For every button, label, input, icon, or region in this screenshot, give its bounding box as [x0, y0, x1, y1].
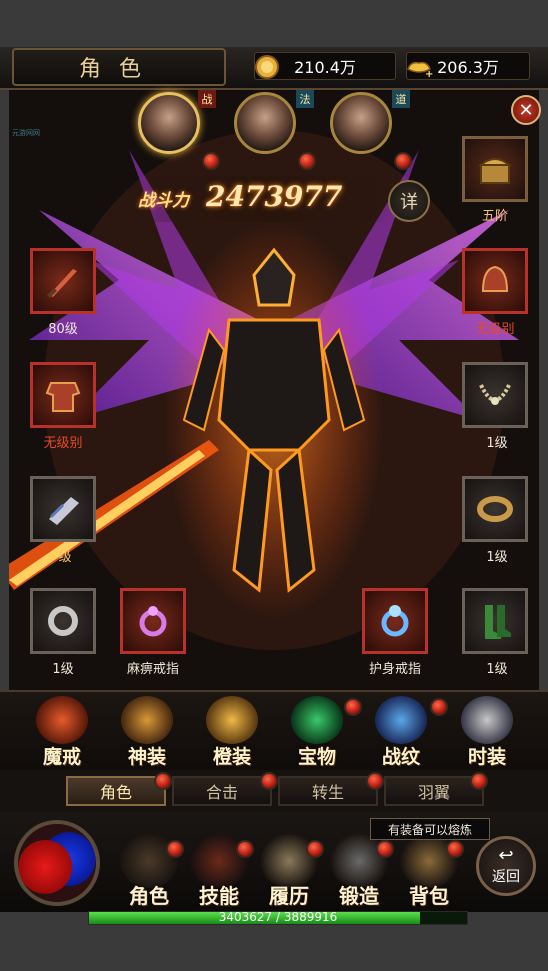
tab-alert-dot [260, 772, 278, 790]
nav-forge-label: 锻造 [339, 884, 379, 908]
tab-rebirth[interactable]: 转生 [278, 776, 378, 806]
magic-ring-button[interactable]: 魔戒 [27, 694, 97, 768]
svg-text:+: + [425, 69, 433, 80]
sword-icon [47, 269, 77, 298]
bracer-slot-left[interactable] [30, 476, 96, 542]
game-screen: 角色 210.4万 + 206.3万 元游网网 战 法 道 ✕ 战斗力 2473… [0, 0, 548, 971]
class-badge-taoist: 道 [392, 90, 410, 108]
tab-character[interactable]: 角色 [66, 776, 166, 806]
top-bar [0, 0, 548, 47]
paralysis-ring-slot[interactable] [120, 588, 186, 654]
gold-coin-icon [255, 55, 279, 79]
armor-slot[interactable] [30, 362, 96, 428]
boots-slot[interactable] [462, 588, 528, 654]
gold-ingot-icon: + [407, 61, 433, 80]
bracelet-level-label: 1级 [486, 550, 508, 565]
tab-alert-dot [470, 772, 488, 790]
boots-level-label: 1级 [486, 662, 508, 677]
treasure-label: 宝物 [297, 746, 336, 768]
bracelet-icon [477, 496, 513, 522]
bracelet-slot[interactable] [462, 476, 528, 542]
ring-slot-left[interactable] [30, 588, 96, 654]
nav-history-label: 履历 [269, 884, 309, 908]
tab-combo[interactable]: 合击 [172, 776, 272, 806]
power-detail-button[interactable]: 详 [388, 180, 430, 222]
orange-gear-label: 橙装 [212, 746, 251, 768]
back-label: 返回 [492, 869, 520, 885]
wing-rank-slot[interactable] [462, 136, 528, 202]
weapon-level-label: 80级 [48, 322, 78, 337]
tab-alert-dot [366, 772, 384, 790]
treasure-button[interactable]: 宝物 [282, 694, 352, 768]
divine-gear-icon [121, 696, 173, 744]
jade-treasure-icon [291, 696, 343, 744]
helmet-level-label: 无级别 [475, 322, 515, 337]
bracer-level-label: 级 [58, 550, 72, 565]
boots-icon [485, 605, 511, 639]
protection-ring-icon [381, 605, 409, 637]
gold-amount: 210.4万 [294, 58, 356, 77]
protection-ring-label: 护身戒指 [368, 662, 421, 677]
gauntlet-icon [49, 497, 79, 525]
hp-text: 3403627 / 3889916 [218, 910, 338, 924]
battle-pattern-button[interactable]: 战纹 [366, 694, 436, 768]
helmet-slot[interactable] [462, 248, 528, 314]
page-title: 角色 [12, 48, 226, 86]
portrait-alert-dot [202, 152, 220, 170]
armor-level-label: 无级别 [43, 436, 83, 451]
armor-icon [45, 382, 81, 412]
battle-pattern-icon [375, 696, 427, 744]
orange-gear-button[interactable]: 橙装 [197, 694, 267, 768]
close-icon: ✕ [518, 99, 534, 121]
nav-character-label: 角色 [129, 884, 169, 908]
magic-ring-icon [36, 696, 88, 744]
return-arrow-icon: ↩ [498, 845, 514, 866]
necklace-slot[interactable] [462, 362, 528, 428]
class-badge-warrior: 战 [198, 90, 216, 108]
character-portrait-taoist[interactable] [330, 92, 392, 154]
smelt-hint-tooltip: 有装备可以熔炼 [370, 818, 490, 840]
ingot-currency: + 206.3万 [406, 52, 530, 80]
combat-power: 战斗力 2473977 [132, 176, 390, 222]
combat-power-label: 战斗力 [138, 191, 189, 211]
nav-skills-label: 技能 [199, 884, 239, 908]
necklace-level-label: 1级 [486, 436, 508, 451]
battle-pattern-alert-dot [430, 698, 448, 716]
paralysis-ring-label: 麻痹戒指 [126, 662, 179, 677]
portrait-alert-dot [298, 152, 316, 170]
paralysis-ring-icon [139, 606, 167, 637]
hp-mp-orb [14, 820, 100, 906]
portrait-alert-dot [394, 152, 412, 170]
orange-gear-icon [206, 696, 258, 744]
tab-alert-dot [154, 772, 172, 790]
protection-ring-slot[interactable] [362, 588, 428, 654]
class-badge-mage: 法 [296, 90, 314, 108]
gold-currency: 210.4万 [254, 52, 396, 80]
necklace-icon [479, 384, 511, 405]
watermark-text: 元游网网 [12, 129, 40, 137]
close-button[interactable]: ✕ [511, 95, 541, 125]
divine-gear-button[interactable]: 神装 [112, 694, 182, 768]
fashion-label: 时装 [467, 746, 506, 768]
nav-bag-label: 背包 [409, 884, 449, 908]
weapon-slot[interactable] [30, 248, 96, 314]
ring-icon [48, 606, 78, 636]
treasure-alert-dot [344, 698, 362, 716]
wing-rank-label: 五阶 [481, 209, 508, 224]
character-portrait-warrior[interactable] [138, 92, 200, 154]
ring-level-label-left: 1级 [52, 662, 74, 677]
fashion-button[interactable]: 时装 [452, 694, 522, 768]
treasure-chest-icon [478, 158, 512, 184]
helmet-icon [481, 265, 509, 292]
fashion-icon [461, 696, 513, 744]
character-portrait-mage[interactable] [234, 92, 296, 154]
battle-pattern-label: 战纹 [381, 746, 420, 768]
nav-alert-dot [446, 840, 464, 858]
back-button[interactable]: ↩ 返回 [476, 836, 536, 896]
magic-ring-label: 魔戒 [42, 746, 81, 768]
ingot-amount: 206.3万 [437, 58, 499, 77]
tab-wings[interactable]: 羽翼 [384, 776, 484, 806]
divine-gear-label: 神装 [127, 746, 166, 768]
combat-power-value: 2473977 [206, 180, 343, 213]
